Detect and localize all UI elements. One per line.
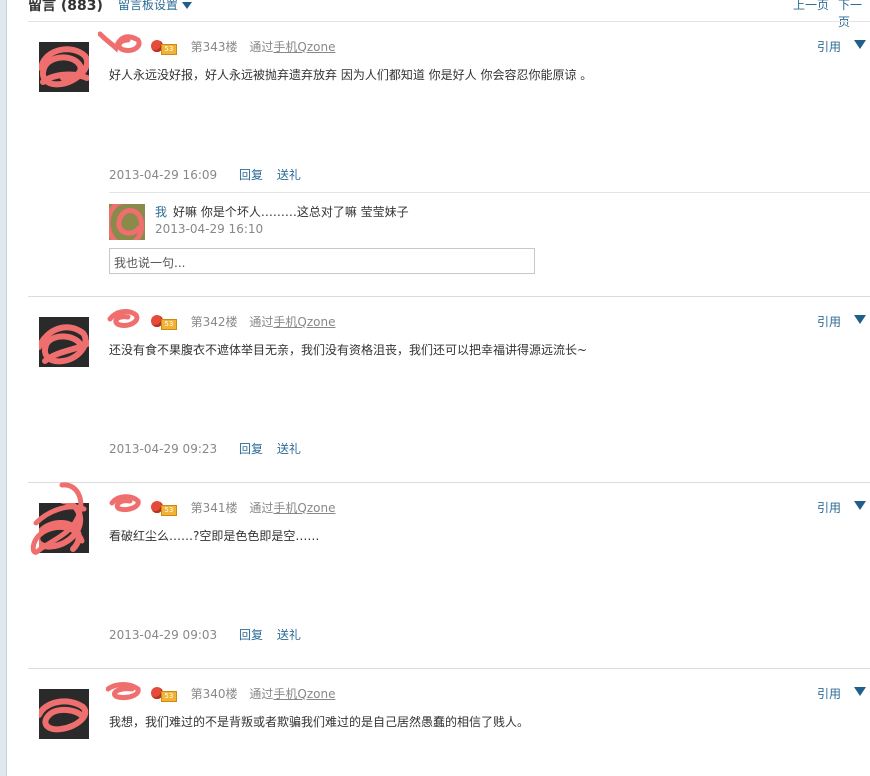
message-time: 2013-04-29 16:09 (109, 168, 218, 182)
board-settings-label: 留言板设置 (118, 0, 179, 12)
floor-number: 第341楼 (190, 501, 238, 515)
avatar[interactable] (39, 317, 89, 367)
quote-button[interactable]: 引用 (817, 685, 841, 702)
message-meta: 53 第340楼 通过手机Qzone (109, 685, 336, 702)
level-badge-icon: 53 (150, 39, 177, 55)
more-menu-icon[interactable] (854, 40, 866, 49)
reply-input[interactable]: 我也说一句... (109, 248, 535, 274)
page-title: 留言 (883) (28, 0, 103, 14)
post-source: 通过手机Qzone (249, 40, 336, 54)
floor-number: 第343楼 (190, 40, 238, 54)
message-meta: 53 第341楼 通过手机Qzone (109, 499, 336, 516)
message-footer: 2013-04-29 09:23 回复 送礼 (109, 440, 311, 457)
reply-avatar[interactable] (109, 204, 145, 240)
reply-button[interactable]: 回复 (239, 442, 263, 456)
message-meta: 53 第343楼 通过手机Qzone (109, 38, 336, 55)
chevron-down-icon (182, 2, 193, 9)
post-source: 通过手机Qzone (249, 315, 336, 329)
reply-divider (109, 192, 870, 193)
floor-number: 第342楼 (190, 315, 238, 329)
message-item: 53 第340楼 通过手机Qzone 引用 我想，我们难过的不是背叛或者欺骗我们… (28, 669, 870, 776)
message-footer: 2013-04-29 16:09 回复 送礼 (109, 166, 311, 183)
quote-button[interactable]: 引用 (817, 38, 841, 55)
message-item: 53 第342楼 通过手机Qzone 引用 还没有食不果腹衣不遮体举目无亲，我们… (28, 297, 870, 483)
message-item: 53 第343楼 通过手机Qzone 引用 好人永远没好报，好人永远被抛弃遗弃放… (28, 22, 870, 297)
prev-page-link[interactable]: 上一页 (793, 0, 829, 13)
more-menu-icon[interactable] (854, 315, 866, 324)
post-source: 通过手机Qzone (249, 501, 336, 515)
quote-button[interactable]: 引用 (817, 313, 841, 330)
message-content: 好人永远没好报，好人永远被抛弃遗弃放弃 因为人们都知道 你是好人 你会容忍你能原… (109, 68, 593, 82)
redaction-scribble-icon (39, 46, 89, 88)
gift-button[interactable]: 送礼 (277, 168, 301, 182)
message-item: 53 第341楼 通过手机Qzone 引用 看破红尘么……?空即是色色即是空……… (28, 482, 870, 669)
reply-time: 2013-04-29 16:10 (155, 222, 264, 236)
source-link[interactable]: 手机Qzone (273, 687, 335, 701)
message-time: 2013-04-29 09:23 (109, 442, 218, 456)
reply-text: 我好嘛 你是个坏人………这总对了嘛 莹莹妹子 (155, 203, 409, 220)
board-settings-button[interactable]: 留言板设置 (118, 0, 193, 13)
reply-content: 好嘛 你是个坏人………这总对了嘛 莹莹妹子 (173, 205, 409, 219)
level-badge-icon: 53 (150, 314, 177, 330)
redaction-scribble-icon (30, 482, 87, 555)
more-menu-icon[interactable] (854, 501, 866, 510)
reply-button[interactable]: 回复 (239, 628, 263, 642)
redaction-scribble-icon (39, 324, 89, 365)
avatar[interactable] (39, 42, 89, 92)
reply-button[interactable]: 回复 (239, 168, 263, 182)
source-link[interactable]: 手机Qzone (273, 315, 335, 329)
message-time: 2013-04-29 09:03 (109, 628, 218, 642)
left-edge-strip (0, 0, 7, 776)
avatar[interactable] (39, 689, 89, 739)
message-content: 还没有食不果腹衣不遮体举目无亲，我们没有资格沮丧，我们还可以把幸福讲得源远流长~ (109, 343, 588, 357)
level-badge-icon: 53 (150, 686, 177, 702)
gift-button[interactable]: 送礼 (277, 628, 301, 642)
source-link[interactable]: 手机Qzone (273, 501, 335, 515)
quote-button[interactable]: 引用 (817, 499, 841, 516)
redaction-scribble-icon (39, 698, 89, 733)
message-footer: 2013-04-29 09:03 回复 送礼 (109, 626, 311, 643)
redaction-scribble-icon (109, 204, 145, 240)
message-content: 看破红尘么……?空即是色色即是空…… (109, 529, 320, 543)
reply-author-link[interactable]: 我 (155, 205, 167, 219)
more-menu-icon[interactable] (854, 687, 866, 696)
message-content: 我想，我们难过的不是背叛或者欺骗我们难过的是自己居然愚蠢的相信了贱人。 (109, 715, 530, 729)
floor-number: 第340楼 (190, 687, 238, 701)
level-badge-icon: 53 (150, 500, 177, 516)
message-board-header: 留言 (883) 留言板设置 上一页 下一页 (0, 0, 870, 29)
gift-button[interactable]: 送礼 (277, 442, 301, 456)
post-source: 通过手机Qzone (249, 687, 336, 701)
message-meta: 53 第342楼 通过手机Qzone (109, 313, 336, 330)
source-link[interactable]: 手机Qzone (273, 40, 335, 54)
